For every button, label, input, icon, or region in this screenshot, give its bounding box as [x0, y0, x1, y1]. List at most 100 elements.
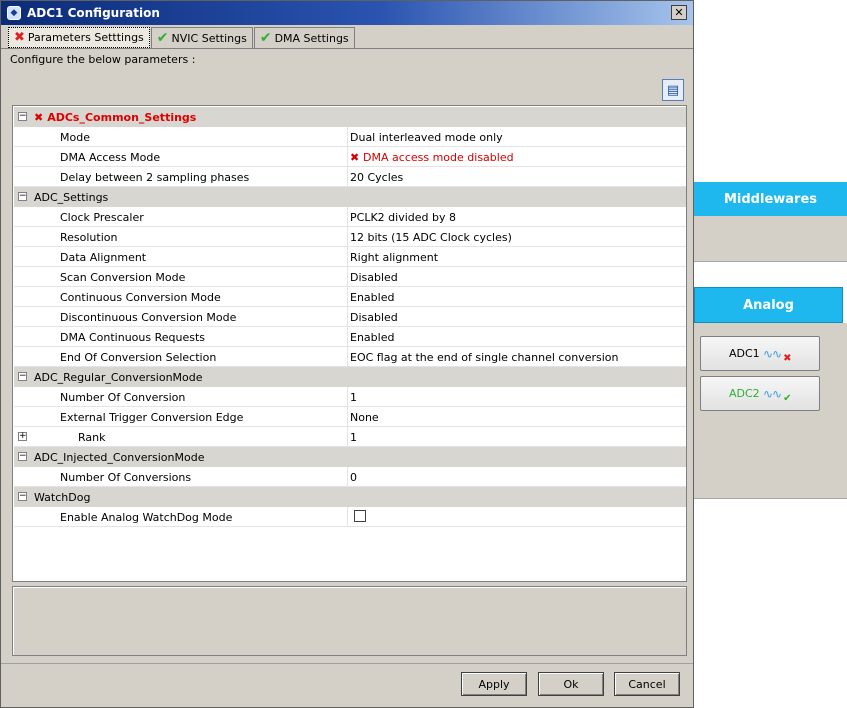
property-row[interactable]: Data Alignment Right alignment — [14, 247, 686, 267]
property-name: DMA Continuous Requests — [60, 331, 206, 344]
section-header[interactable]: − ADC_Settings — [14, 187, 686, 207]
property-name: Number Of Conversions — [60, 471, 192, 484]
enable-watchdog-checkbox[interactable] — [354, 510, 366, 522]
column-divider — [347, 467, 348, 487]
property-row[interactable]: Discontinuous Conversion Mode Disabled — [14, 307, 686, 327]
property-row[interactable]: Enable Analog WatchDog Mode — [14, 507, 686, 527]
property-value-text: 1 — [350, 391, 357, 404]
property-row[interactable]: Number Of Conversions 0 — [14, 467, 686, 487]
tab-label: DMA Settings — [274, 31, 349, 45]
column-divider — [347, 147, 348, 167]
section-title: ADC_Settings — [34, 191, 109, 204]
collapse-icon[interactable]: − — [18, 492, 27, 501]
property-value[interactable]: Enabled — [350, 291, 394, 304]
error-x-icon: ✖ — [350, 151, 364, 164]
property-value[interactable]: Dual interleaved mode only — [350, 131, 503, 144]
adc2-button[interactable]: ADC2 ∿∿ ✔ — [700, 376, 820, 411]
section-header[interactable]: − WatchDog — [14, 487, 686, 507]
property-name: Continuous Conversion Mode — [60, 291, 221, 304]
expand-icon[interactable]: + — [18, 432, 27, 441]
property-row[interactable]: DMA Continuous Requests Enabled — [14, 327, 686, 347]
section-title: ADCs_Common_Settings — [47, 111, 197, 124]
property-value-text: 20 Cycles — [350, 171, 404, 184]
apply-button[interactable]: Apply — [461, 672, 527, 696]
tab-bar: ✖ Parameters Setttings ✔ NVIC Settings ✔… — [8, 27, 356, 48]
title-bar[interactable]: ◆ ADC1 Configuration ✕ — [1, 1, 693, 25]
property-value[interactable]: ✖ DMA access mode disabled — [350, 151, 514, 164]
close-button[interactable]: ✕ — [671, 5, 687, 20]
property-row[interactable]: Delay between 2 sampling phases 20 Cycles — [14, 167, 686, 187]
property-row[interactable]: Continuous Conversion Mode Enabled — [14, 287, 686, 307]
adc1-label: ADC1 — [729, 347, 760, 360]
column-divider — [347, 347, 348, 367]
property-row[interactable]: DMA Access Mode ✖ DMA access mode disable… — [14, 147, 686, 167]
property-value[interactable]: 0 — [350, 471, 357, 484]
property-value[interactable]: 12 bits (15 ADC Clock cycles) — [350, 231, 512, 244]
property-row[interactable]: Mode Dual interleaved mode only — [14, 127, 686, 147]
tab-dma-settings[interactable]: ✔ DMA Settings — [253, 27, 355, 48]
property-row[interactable]: Number Of Conversion 1 — [14, 387, 686, 407]
column-divider — [347, 267, 348, 287]
property-row[interactable]: External Trigger Conversion Edge None — [14, 407, 686, 427]
property-value-text: Enabled — [350, 331, 395, 344]
property-name: Delay between 2 sampling phases — [60, 171, 250, 184]
column-divider — [347, 127, 348, 147]
column-divider — [347, 307, 348, 327]
property-row[interactable]: + Rank 1 — [14, 427, 686, 447]
property-value[interactable]: Disabled — [350, 271, 398, 284]
section-title: WatchDog — [34, 491, 91, 504]
tab-nvic-settings[interactable]: ✔ NVIC Settings — [150, 27, 253, 48]
property-name: External Trigger Conversion Edge — [60, 411, 244, 424]
list-view-icon[interactable]: ▤ — [662, 79, 684, 101]
property-value[interactable]: None — [350, 411, 379, 424]
cancel-button[interactable]: Cancel — [614, 672, 680, 696]
adc2-label: ADC2 — [729, 387, 760, 400]
collapse-icon[interactable]: − — [18, 112, 27, 121]
section-label: ✖ ADCs_Common_Settings — [34, 111, 196, 124]
property-value[interactable]: PCLK2 divided by 8 — [350, 211, 456, 224]
property-value-text: EOC flag at the end of single channel co… — [350, 351, 619, 364]
property-row[interactable]: Scan Conversion Mode Disabled — [14, 267, 686, 287]
property-name: Scan Conversion Mode — [60, 271, 186, 284]
property-value[interactable]: Enabled — [350, 331, 394, 344]
property-row[interactable]: End Of Conversion Selection EOC flag at t… — [14, 347, 686, 367]
property-value-text: 1 — [350, 431, 357, 444]
property-value[interactable]: Disabled — [350, 311, 398, 324]
column-divider — [347, 207, 348, 227]
collapse-icon[interactable]: − — [18, 452, 27, 461]
property-value-text: Dual interleaved mode only — [350, 131, 503, 144]
property-name: Discontinuous Conversion Mode — [60, 311, 237, 324]
analog-header[interactable]: Analog — [694, 287, 843, 323]
section-header[interactable]: − ADC_Regular_ConversionMode — [14, 367, 686, 387]
column-divider — [347, 287, 348, 307]
property-name: DMA Access Mode — [60, 151, 161, 164]
property-value[interactable]: EOC flag at the end of single channel co… — [350, 351, 618, 364]
collapse-icon[interactable]: − — [18, 192, 27, 201]
property-value[interactable]: Right alignment — [350, 251, 438, 264]
property-name: Enable Analog WatchDog Mode — [60, 511, 233, 524]
property-row[interactable]: Clock Prescaler PCLK2 divided by 8 — [14, 207, 686, 227]
column-divider — [347, 427, 348, 447]
description-panel — [12, 586, 687, 656]
ok-button[interactable]: Ok — [538, 672, 604, 696]
error-x-icon: ✖ — [783, 353, 792, 364]
collapse-icon[interactable]: − — [18, 372, 27, 381]
window-title: ADC1 Configuration — [27, 6, 160, 20]
error-x-icon: ✖ — [14, 30, 25, 45]
section-header[interactable]: − ADC_Injected_ConversionMode — [14, 447, 686, 467]
middlewares-header[interactable]: Middlewares — [694, 182, 847, 216]
property-value-text: Disabled — [350, 311, 398, 324]
property-value[interactable]: 20 Cycles — [350, 171, 403, 184]
tab-label: Parameters Setttings — [27, 31, 144, 44]
property-name: Number Of Conversion — [60, 391, 186, 404]
column-divider — [347, 387, 348, 407]
property-value[interactable]: 1 — [350, 431, 357, 444]
section-header[interactable]: − ✖ ADCs_Common_Settings — [14, 107, 686, 127]
tab-parameters-settings[interactable]: ✖ Parameters Setttings — [8, 27, 150, 48]
section-title: ADC_Regular_ConversionMode — [34, 371, 203, 384]
adc1-button[interactable]: ADC1 ∿∿ ✖ — [700, 336, 820, 371]
property-value[interactable]: 1 — [350, 391, 357, 404]
shield-icon: ◆ — [7, 6, 21, 20]
property-row[interactable]: Resolution 12 bits (15 ADC Clock cycles) — [14, 227, 686, 247]
tab-label: NVIC Settings — [171, 31, 247, 45]
